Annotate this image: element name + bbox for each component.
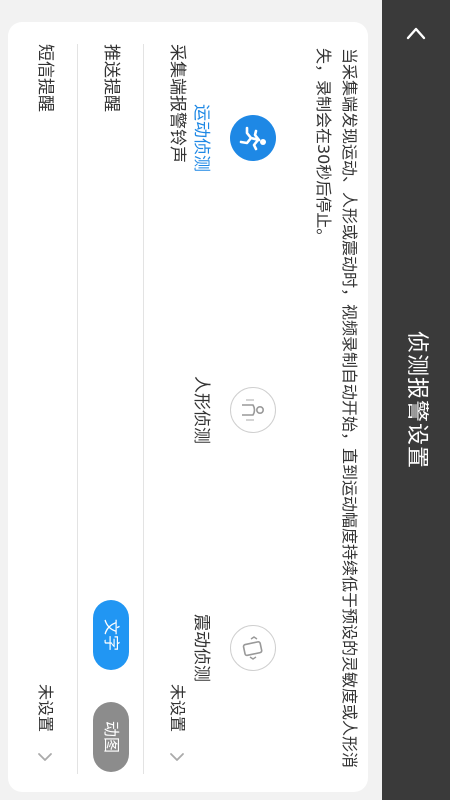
screen-frame: 侦测报警设置 当采集端发现运动、人形或震动时，视频录制自动开始，直到运动幅度持续… — [0, 0, 450, 800]
push-notification-row: 推送提醒 — [78, 22, 144, 792]
running-person-icon — [230, 115, 276, 161]
alarm-sound-value: 未设置 — [168, 683, 187, 732]
push-animation-option-button[interactable]: 动图 — [93, 702, 129, 772]
sms-notification-row[interactable]: 短信提醒 未设置 — [12, 22, 78, 792]
vibrating-phone-icon — [230, 625, 276, 671]
push-text-option-button[interactable]: 文字 — [93, 600, 129, 670]
person-icon — [230, 387, 276, 433]
description-text: 当采集端发现运动、人形或震动时，视频录制自动开始，直到运动幅度持续低于预设的灵敏… — [314, 48, 359, 769]
settings-card: 当采集端发现运动、人形或震动时，视频录制自动开始，直到运动幅度持续低于预设的灵敏… — [8, 22, 368, 792]
back-button[interactable] — [382, 6, 450, 62]
sms-notification-value: 未设置 — [36, 683, 55, 732]
alarm-sound-label: 采集端报警铃声 — [167, 44, 187, 163]
chevron-right-icon — [38, 753, 52, 761]
page-title: 侦测报警设置 — [404, 330, 429, 469]
chevron-left-icon — [406, 27, 426, 40]
push-notification-label: 推送提醒 — [101, 44, 121, 112]
alarm-sound-row[interactable]: 采集端报警铃声 未设置 — [144, 22, 210, 792]
header-bar: 侦测报警设置 — [382, 0, 450, 800]
chevron-right-icon — [170, 753, 184, 761]
sms-notification-label: 短信提醒 — [35, 44, 55, 112]
